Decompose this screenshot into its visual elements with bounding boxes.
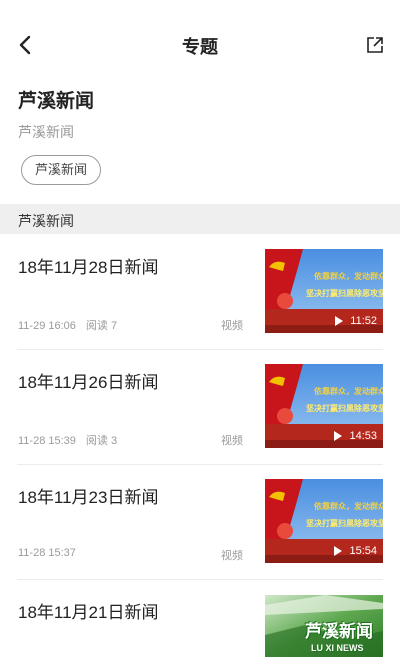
news-title: 18年11月26日新闻 — [18, 373, 159, 392]
play-icon — [335, 316, 344, 326]
top-nav-bar: 专题 — [0, 0, 400, 90]
news-item[interactable]: 18年11月28日新闻 11-29 16:06 阅读 7 视频 依靠群众，发动群众… — [0, 235, 400, 350]
topic-subtitle: 芦溪新闻 — [18, 124, 74, 140]
video-duration: 15:54 — [334, 545, 377, 557]
section-label: 芦溪新闻 — [18, 213, 74, 229]
banner-slogan: 依靠群众，发动群众， — [314, 502, 383, 511]
video-thumbnail[interactable]: 依靠群众，发动群众， 坚决打赢扫黑除恶攻坚仗！ 15:54 — [265, 479, 383, 563]
news-item[interactable]: 18年11月26日新闻 11-28 15:39 阅读 3 视频 依靠群众，发动群众… — [0, 350, 400, 465]
video-duration: 11:52 — [335, 315, 377, 327]
share-icon — [367, 37, 383, 53]
thumb-subtitle: LU XI NEWS — [311, 643, 364, 653]
news-meta: 11-29 16:06 阅读 7 — [18, 317, 117, 333]
page-title: 专题 — [182, 37, 218, 57]
banner-slogan: 坚决打赢扫黑除恶攻坚仗！ — [306, 404, 383, 413]
banner-slogan: 坚决打赢扫黑除恶攻坚仗！ — [306, 519, 383, 528]
news-item[interactable]: 18年11月23日新闻 11-28 15:37 视频 依靠群众，发动群众， 坚决… — [0, 465, 400, 580]
topic-name: 芦溪新闻 — [18, 91, 95, 112]
news-reads: 阅读 3 — [85, 435, 118, 447]
video-duration: 14:53 — [334, 430, 377, 442]
news-meta: 11-28 15:39 阅读 3 — [18, 432, 117, 448]
play-icon — [334, 431, 343, 441]
news-time: 11-29 16:06 — [18, 320, 76, 332]
share-button[interactable] — [360, 30, 390, 60]
banner-slogan: 依靠群众，发动群众， — [314, 387, 383, 396]
video-thumbnail[interactable]: 芦溪新闻 LU XI NEWS — [265, 595, 383, 657]
news-title: 18年11月28日新闻 — [18, 258, 159, 277]
play-icon — [334, 546, 343, 556]
news-type: 视频 — [221, 550, 243, 562]
banner-slogan: 坚决打赢扫黑除恶攻坚仗！ — [306, 289, 383, 298]
news-time: 11-28 15:39 — [18, 435, 76, 447]
video-thumbnail[interactable]: 依靠群众，发动群众， 坚决打赢扫黑除恶攻坚仗！ 14:53 — [265, 364, 383, 448]
duration-label: 11:52 — [350, 315, 377, 327]
topic-tag[interactable]: 芦溪新闻 — [21, 155, 102, 185]
duration-label: 15:54 — [349, 545, 377, 557]
news-title: 18年11月23日新闻 — [18, 488, 159, 507]
banner-slogan: 依靠群众，发动群众， — [314, 272, 383, 281]
section-header: 芦溪新闻 — [0, 204, 400, 234]
news-type: 视频 — [221, 435, 243, 447]
duration-label: 14:53 — [349, 430, 377, 442]
news-item[interactable]: 18年11月21日新闻 芦溪新闻 LU XI NEWS — [0, 580, 400, 666]
video-thumbnail[interactable]: 依靠群众，发动群众， 坚决打赢扫黑除恶攻坚仗！ 11:52 — [265, 249, 383, 333]
news-title: 18年11月21日新闻 — [18, 603, 159, 622]
news-meta: 11-28 15:37 — [18, 547, 76, 559]
news-reads: 阅读 7 — [85, 320, 118, 332]
thumb-title: 芦溪新闻 — [305, 622, 373, 641]
news-type: 视频 — [221, 320, 243, 332]
news-time: 11-28 15:37 — [18, 547, 76, 559]
